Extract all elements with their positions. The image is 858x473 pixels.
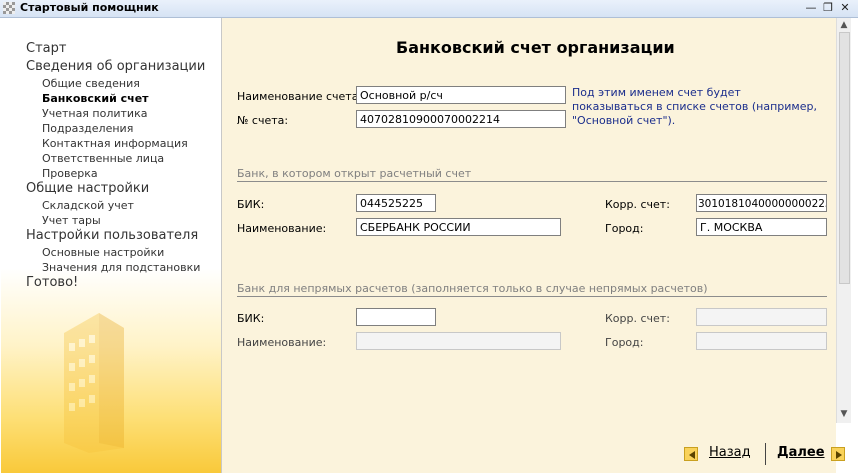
sidebar-item-contacts[interactable]: Контактная информация bbox=[42, 137, 188, 150]
indirect-bank-section-divider bbox=[237, 296, 827, 297]
sidebar-item-substitution[interactable]: Значения для подстановки bbox=[42, 261, 200, 274]
indirect-corr-label: Корр. счет: bbox=[605, 312, 670, 325]
vertical-scrollbar[interactable]: ▲ ▼ bbox=[836, 18, 851, 423]
account-name-hint: Под этим именем счет будет показываться … bbox=[572, 86, 817, 127]
account-number-field[interactable]: 40702810900070002214 bbox=[356, 110, 566, 128]
sidebar-item-departments[interactable]: Подразделения bbox=[42, 122, 133, 135]
scroll-thumb[interactable] bbox=[839, 32, 850, 284]
close-icon[interactable]: ✕ bbox=[838, 1, 852, 15]
sidebar-item-bank-account[interactable]: Банковский счет bbox=[42, 92, 149, 105]
account-name-field[interactable]: Основной р/сч bbox=[356, 86, 566, 104]
bank-bik-field[interactable]: 044525225 bbox=[356, 194, 436, 212]
next-arrow-icon[interactable] bbox=[831, 447, 845, 461]
bank-corr-label: Корр. счет: bbox=[605, 198, 670, 211]
sidebar-item-main-settings[interactable]: Основные настройки bbox=[42, 246, 164, 259]
indirect-city-field[interactable] bbox=[696, 332, 827, 350]
indirect-bik-field[interactable] bbox=[356, 308, 436, 326]
back-arrow-icon[interactable] bbox=[684, 447, 698, 461]
sidebar-item-containers[interactable]: Учет тары bbox=[42, 214, 101, 227]
minimize-icon[interactable]: — bbox=[804, 1, 818, 15]
indirect-name-label: Наименование: bbox=[237, 336, 327, 349]
account-name-label: Наименование счета: bbox=[237, 90, 363, 103]
bank-name-label: Наименование: bbox=[237, 222, 327, 235]
account-number-label: № счета: bbox=[237, 114, 289, 127]
sidebar-item-responsible[interactable]: Ответственные лица bbox=[42, 152, 164, 165]
title-bar: Стартовый помощник — ❐ ✕ bbox=[0, 0, 858, 18]
scroll-up-icon[interactable]: ▲ bbox=[837, 18, 851, 32]
sidebar-item-user-settings[interactable]: Настройки пользователя bbox=[26, 228, 198, 243]
bank-corr-field[interactable]: 30101810400000000225 bbox=[696, 194, 827, 212]
bank-city-label: Город: bbox=[605, 222, 644, 235]
sidebar-item-check[interactable]: Проверка bbox=[42, 167, 98, 180]
sidebar-item-org-info[interactable]: Сведения об организации bbox=[26, 59, 205, 74]
window-title: Стартовый помощник bbox=[20, 1, 159, 14]
sidebar-item-start[interactable]: Старт bbox=[26, 41, 66, 56]
next-button-label[interactable]: Далее bbox=[777, 445, 825, 460]
sidebar-item-general-settings[interactable]: Общие настройки bbox=[26, 181, 149, 196]
bank-section-title: Банк, в котором открыт расчетный счет bbox=[237, 167, 472, 180]
bank-bik-label: БИК: bbox=[237, 198, 265, 211]
sidebar-item-accounting-policy[interactable]: Учетная политика bbox=[42, 107, 147, 120]
indirect-bik-label: БИК: bbox=[237, 312, 265, 325]
bank-city-field[interactable]: Г. МОСКВА bbox=[696, 218, 827, 236]
sidebar-item-general[interactable]: Общие сведения bbox=[42, 77, 140, 90]
nav-separator bbox=[765, 443, 766, 465]
app-icon bbox=[3, 2, 15, 14]
indirect-bank-section-title: Банк для непрямых расчетов (заполняется … bbox=[237, 282, 708, 295]
sidebar-item-warehouse[interactable]: Складской учет bbox=[42, 199, 134, 212]
building-illustration bbox=[64, 313, 124, 453]
page-title: Банковский счет организации bbox=[396, 38, 675, 57]
bank-section-divider bbox=[237, 181, 827, 182]
indirect-city-label: Город: bbox=[605, 336, 644, 349]
scroll-down-icon[interactable]: ▼ bbox=[837, 407, 851, 421]
sidebar-item-done[interactable]: Готово! bbox=[26, 275, 78, 290]
restore-icon[interactable]: ❐ bbox=[821, 1, 835, 15]
indirect-name-field[interactable] bbox=[356, 332, 561, 350]
indirect-corr-field[interactable] bbox=[696, 308, 827, 326]
back-button-label[interactable]: Назад bbox=[709, 445, 751, 460]
bank-name-field[interactable]: СБЕРБАНК РОССИИ bbox=[356, 218, 561, 236]
